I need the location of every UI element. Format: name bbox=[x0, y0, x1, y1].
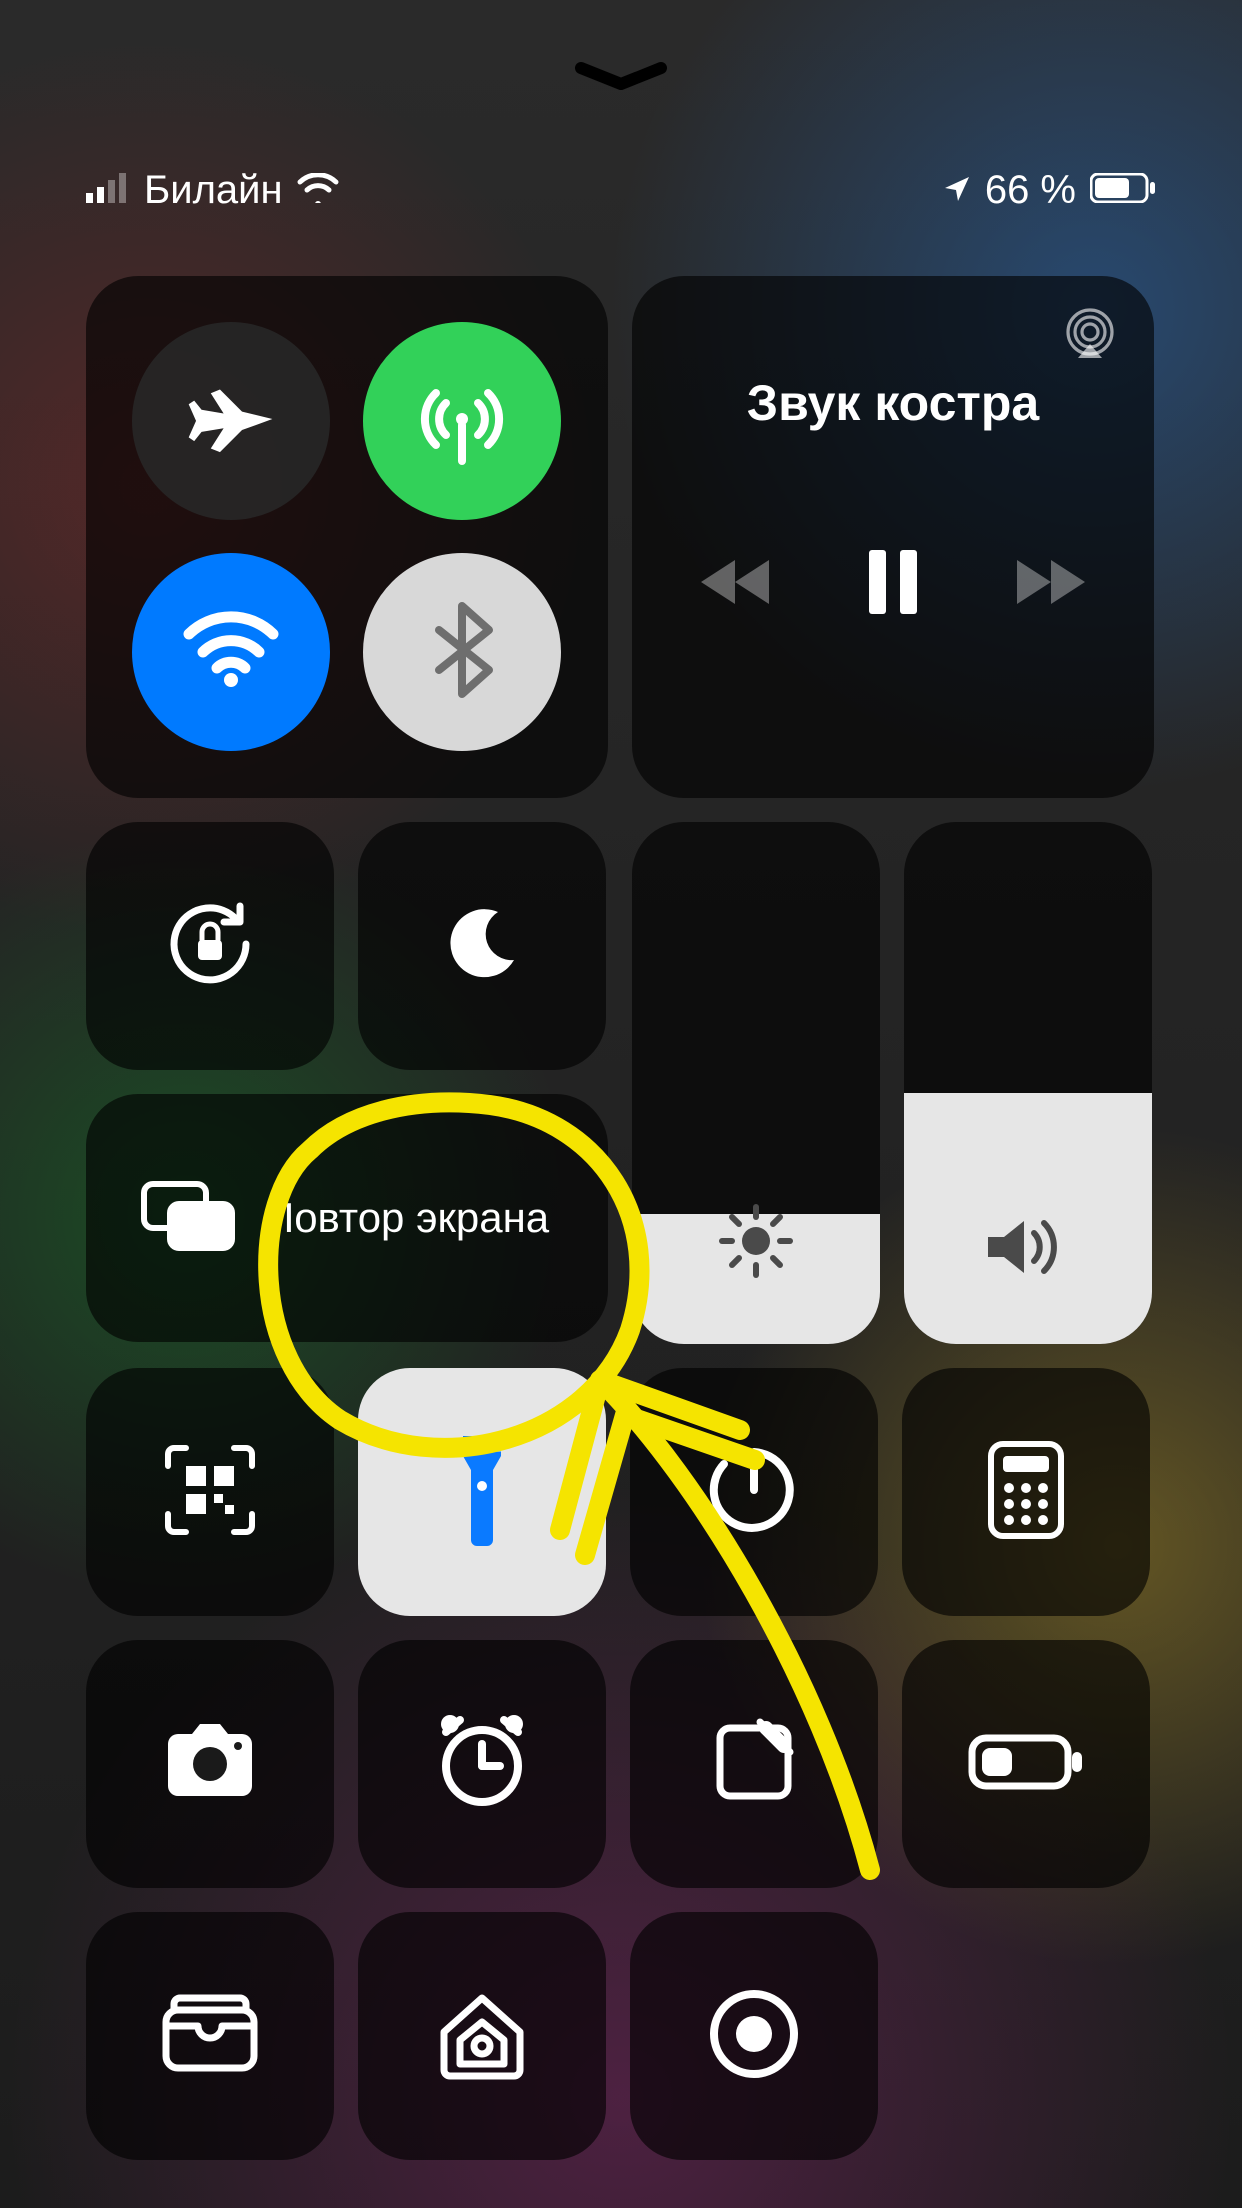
next-track-button[interactable] bbox=[1013, 556, 1085, 613]
low-power-mode-button[interactable] bbox=[902, 1640, 1150, 1888]
qr-code-icon bbox=[164, 1444, 256, 1541]
calculator-button[interactable] bbox=[902, 1368, 1150, 1616]
cellular-antenna-icon bbox=[412, 369, 512, 474]
media-title: Звук костра bbox=[747, 374, 1039, 432]
wifi-icon bbox=[181, 610, 281, 695]
wallet-button[interactable] bbox=[86, 1912, 334, 2160]
timer-icon bbox=[706, 1442, 802, 1543]
camera-icon bbox=[156, 1720, 264, 1809]
brightness-slider[interactable] bbox=[632, 822, 880, 1344]
connectivity-panel[interactable] bbox=[86, 276, 608, 798]
orientation-lock-button[interactable] bbox=[86, 822, 334, 1070]
calculator-icon bbox=[987, 1440, 1065, 1545]
media-panel[interactable]: Звук костра bbox=[632, 276, 1154, 798]
notes-button[interactable] bbox=[630, 1640, 878, 1888]
battery-icon bbox=[968, 1732, 1084, 1797]
airplane-mode-button[interactable] bbox=[132, 322, 330, 520]
timer-button[interactable] bbox=[630, 1368, 878, 1616]
volume-icon bbox=[982, 1211, 1074, 1288]
wallet-icon bbox=[158, 1992, 262, 2081]
wifi-icon bbox=[297, 168, 339, 213]
bluetooth-button[interactable] bbox=[363, 553, 561, 751]
play-pause-button[interactable] bbox=[865, 550, 921, 619]
carrier-label: Билайн bbox=[144, 168, 283, 213]
collapse-chevron-icon[interactable] bbox=[573, 58, 669, 99]
alarm-button[interactable] bbox=[358, 1640, 606, 1888]
flashlight-icon bbox=[455, 1430, 509, 1555]
home-button[interactable] bbox=[358, 1912, 606, 2160]
wifi-button[interactable] bbox=[132, 553, 330, 751]
do-not-disturb-button[interactable] bbox=[358, 822, 606, 1070]
screen-record-button[interactable] bbox=[630, 1912, 878, 2160]
screen-mirroring-label: Повтор экрана bbox=[264, 1193, 549, 1243]
moon-icon bbox=[438, 900, 526, 993]
record-icon bbox=[706, 1986, 802, 2087]
brightness-icon bbox=[714, 1199, 798, 1288]
airplay-icon[interactable] bbox=[1062, 308, 1118, 369]
flashlight-button[interactable] bbox=[358, 1368, 606, 1616]
previous-track-button[interactable] bbox=[701, 556, 773, 613]
status-bar: Билайн 66 % bbox=[0, 168, 1242, 213]
qr-scanner-button[interactable] bbox=[86, 1368, 334, 1616]
volume-slider[interactable] bbox=[904, 822, 1152, 1344]
cellular-data-button[interactable] bbox=[363, 322, 561, 520]
battery-icon bbox=[1090, 168, 1156, 213]
camera-button[interactable] bbox=[86, 1640, 334, 1888]
home-icon bbox=[432, 1984, 532, 2089]
bluetooth-icon bbox=[431, 602, 493, 703]
screen-mirroring-button[interactable]: Повтор экрана bbox=[86, 1094, 608, 1342]
alarm-clock-icon bbox=[430, 1710, 534, 1819]
screen-mirroring-icon bbox=[140, 1180, 236, 1257]
location-icon bbox=[943, 168, 971, 213]
airplane-icon bbox=[185, 373, 277, 470]
orientation-lock-icon bbox=[158, 892, 262, 1001]
note-icon bbox=[710, 1718, 798, 1811]
battery-percent-label: 66 % bbox=[985, 168, 1076, 213]
cellular-signal-icon bbox=[86, 168, 130, 213]
